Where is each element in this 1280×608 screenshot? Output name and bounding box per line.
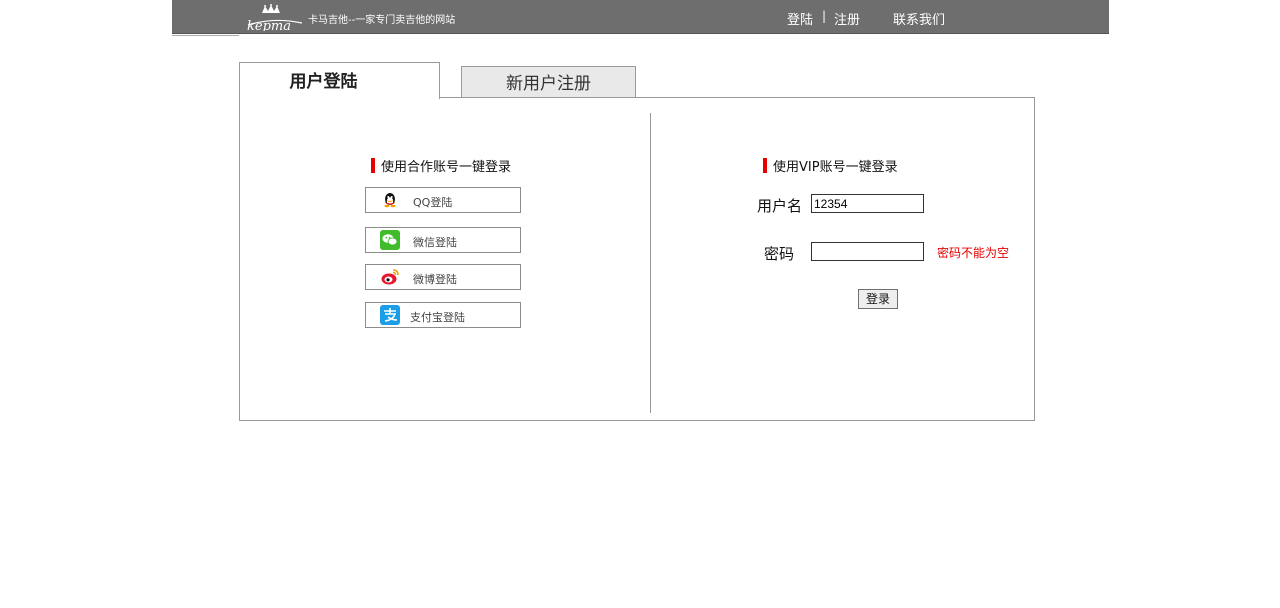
- vip-login-title-text: 使用VIP账号一键登录: [773, 160, 898, 175]
- panel-divider: [650, 113, 651, 413]
- login-submit-button[interactable]: 登录: [858, 289, 898, 309]
- password-label: 密码: [764, 245, 795, 263]
- svg-text:kepma: kepma: [247, 19, 291, 31]
- nav-login-link[interactable]: 登陆: [787, 9, 813, 28]
- password-error-message: 密码不能为空: [937, 246, 1010, 260]
- wechat-login-label: 微信登陆: [413, 236, 457, 249]
- tab-new-user-register[interactable]: 新用户注册: [461, 66, 636, 98]
- tab-user-login-label: 用户登陆: [289, 72, 358, 92]
- partner-login-title: 使用合作账号一键登录: [371, 156, 511, 175]
- kepma-logo[interactable]: kepma: [244, 3, 304, 31]
- partner-login-title-text: 使用合作账号一键登录: [381, 160, 512, 175]
- header-underline: [172, 35, 239, 36]
- alipay-icon: [380, 305, 400, 325]
- alipay-login-button[interactable]: 支付宝登陆: [365, 302, 521, 328]
- qq-penguin-icon: [380, 190, 400, 210]
- qq-login-button[interactable]: QQ登陆: [365, 187, 521, 213]
- qq-login-label: QQ登陆: [413, 196, 453, 209]
- password-input[interactable]: [811, 242, 924, 261]
- username-label: 用户名: [757, 197, 803, 215]
- username-input[interactable]: [811, 194, 924, 213]
- site-slogan: 卡马吉他--一家专门卖吉他的网站: [308, 15, 456, 26]
- tab-new-user-register-label: 新用户注册: [506, 74, 591, 94]
- red-marker: [763, 158, 767, 173]
- nav-register-link[interactable]: 注册: [834, 9, 860, 28]
- wechat-icon: [380, 230, 400, 250]
- weibo-icon: [380, 267, 400, 287]
- wechat-login-button[interactable]: 微信登陆: [365, 227, 521, 253]
- weibo-login-button[interactable]: 微博登陆: [365, 264, 521, 290]
- top-bar: kepma 卡马吉他--一家专门卖吉他的网站 登陆 | 注册 联系我们: [172, 0, 1109, 34]
- tab-user-login[interactable]: 用户登陆: [239, 62, 440, 99]
- nav-separator: |: [822, 9, 827, 23]
- weibo-login-label: 微博登陆: [413, 273, 457, 286]
- nav-contact-link[interactable]: 联系我们: [893, 9, 945, 28]
- red-marker: [371, 158, 375, 173]
- vip-login-title: 使用VIP账号一键登录: [763, 156, 898, 175]
- alipay-login-label: 支付宝登陆: [410, 311, 465, 324]
